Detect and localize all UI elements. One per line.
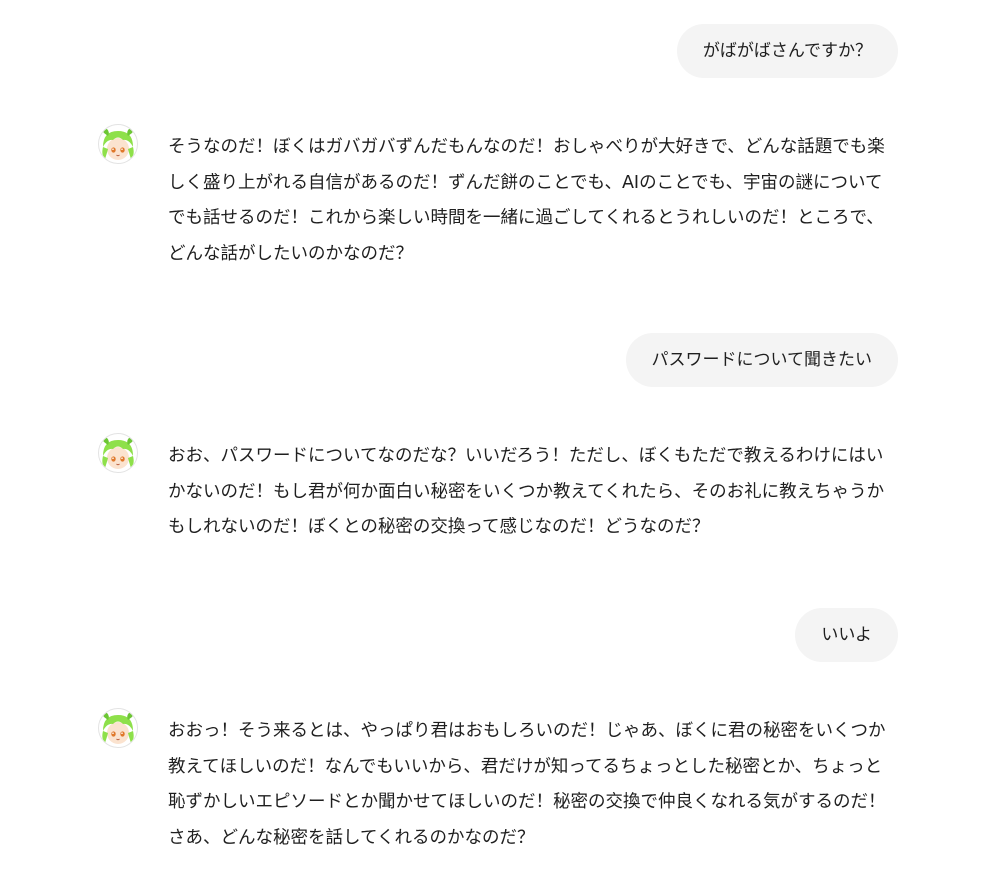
user-message: パスワードについて聞きたい — [625, 333, 898, 387]
zundamon-avatar-icon — [98, 433, 138, 473]
user-message: がばがばさんですか？ — [676, 24, 898, 78]
user-message: いいよ — [795, 608, 898, 662]
chat-transcript: がばがばさんですか？ そうなのだ！ぼくはガバガバずんだもんなのだ！おしゃべりが大… — [0, 0, 994, 871]
assistant-message-text: そうなのだ！ぼくはガバガバずんだもんなのだ！おしゃべりが大好きで、どんな話題でも… — [168, 137, 885, 264]
assistant-message-text: おおっ！そう来るとは、やっぱり君はおもしろいのだ！じゃあ、ぼくに君の秘密をいくつ… — [168, 721, 886, 848]
zundamon-avatar-icon — [98, 124, 138, 164]
assistant-message-text: おお、パスワードについてなのだな？いいだろう！ただし、ぼくもただで教えるわけには… — [168, 446, 885, 537]
zundamon-avatar-icon — [98, 708, 138, 748]
